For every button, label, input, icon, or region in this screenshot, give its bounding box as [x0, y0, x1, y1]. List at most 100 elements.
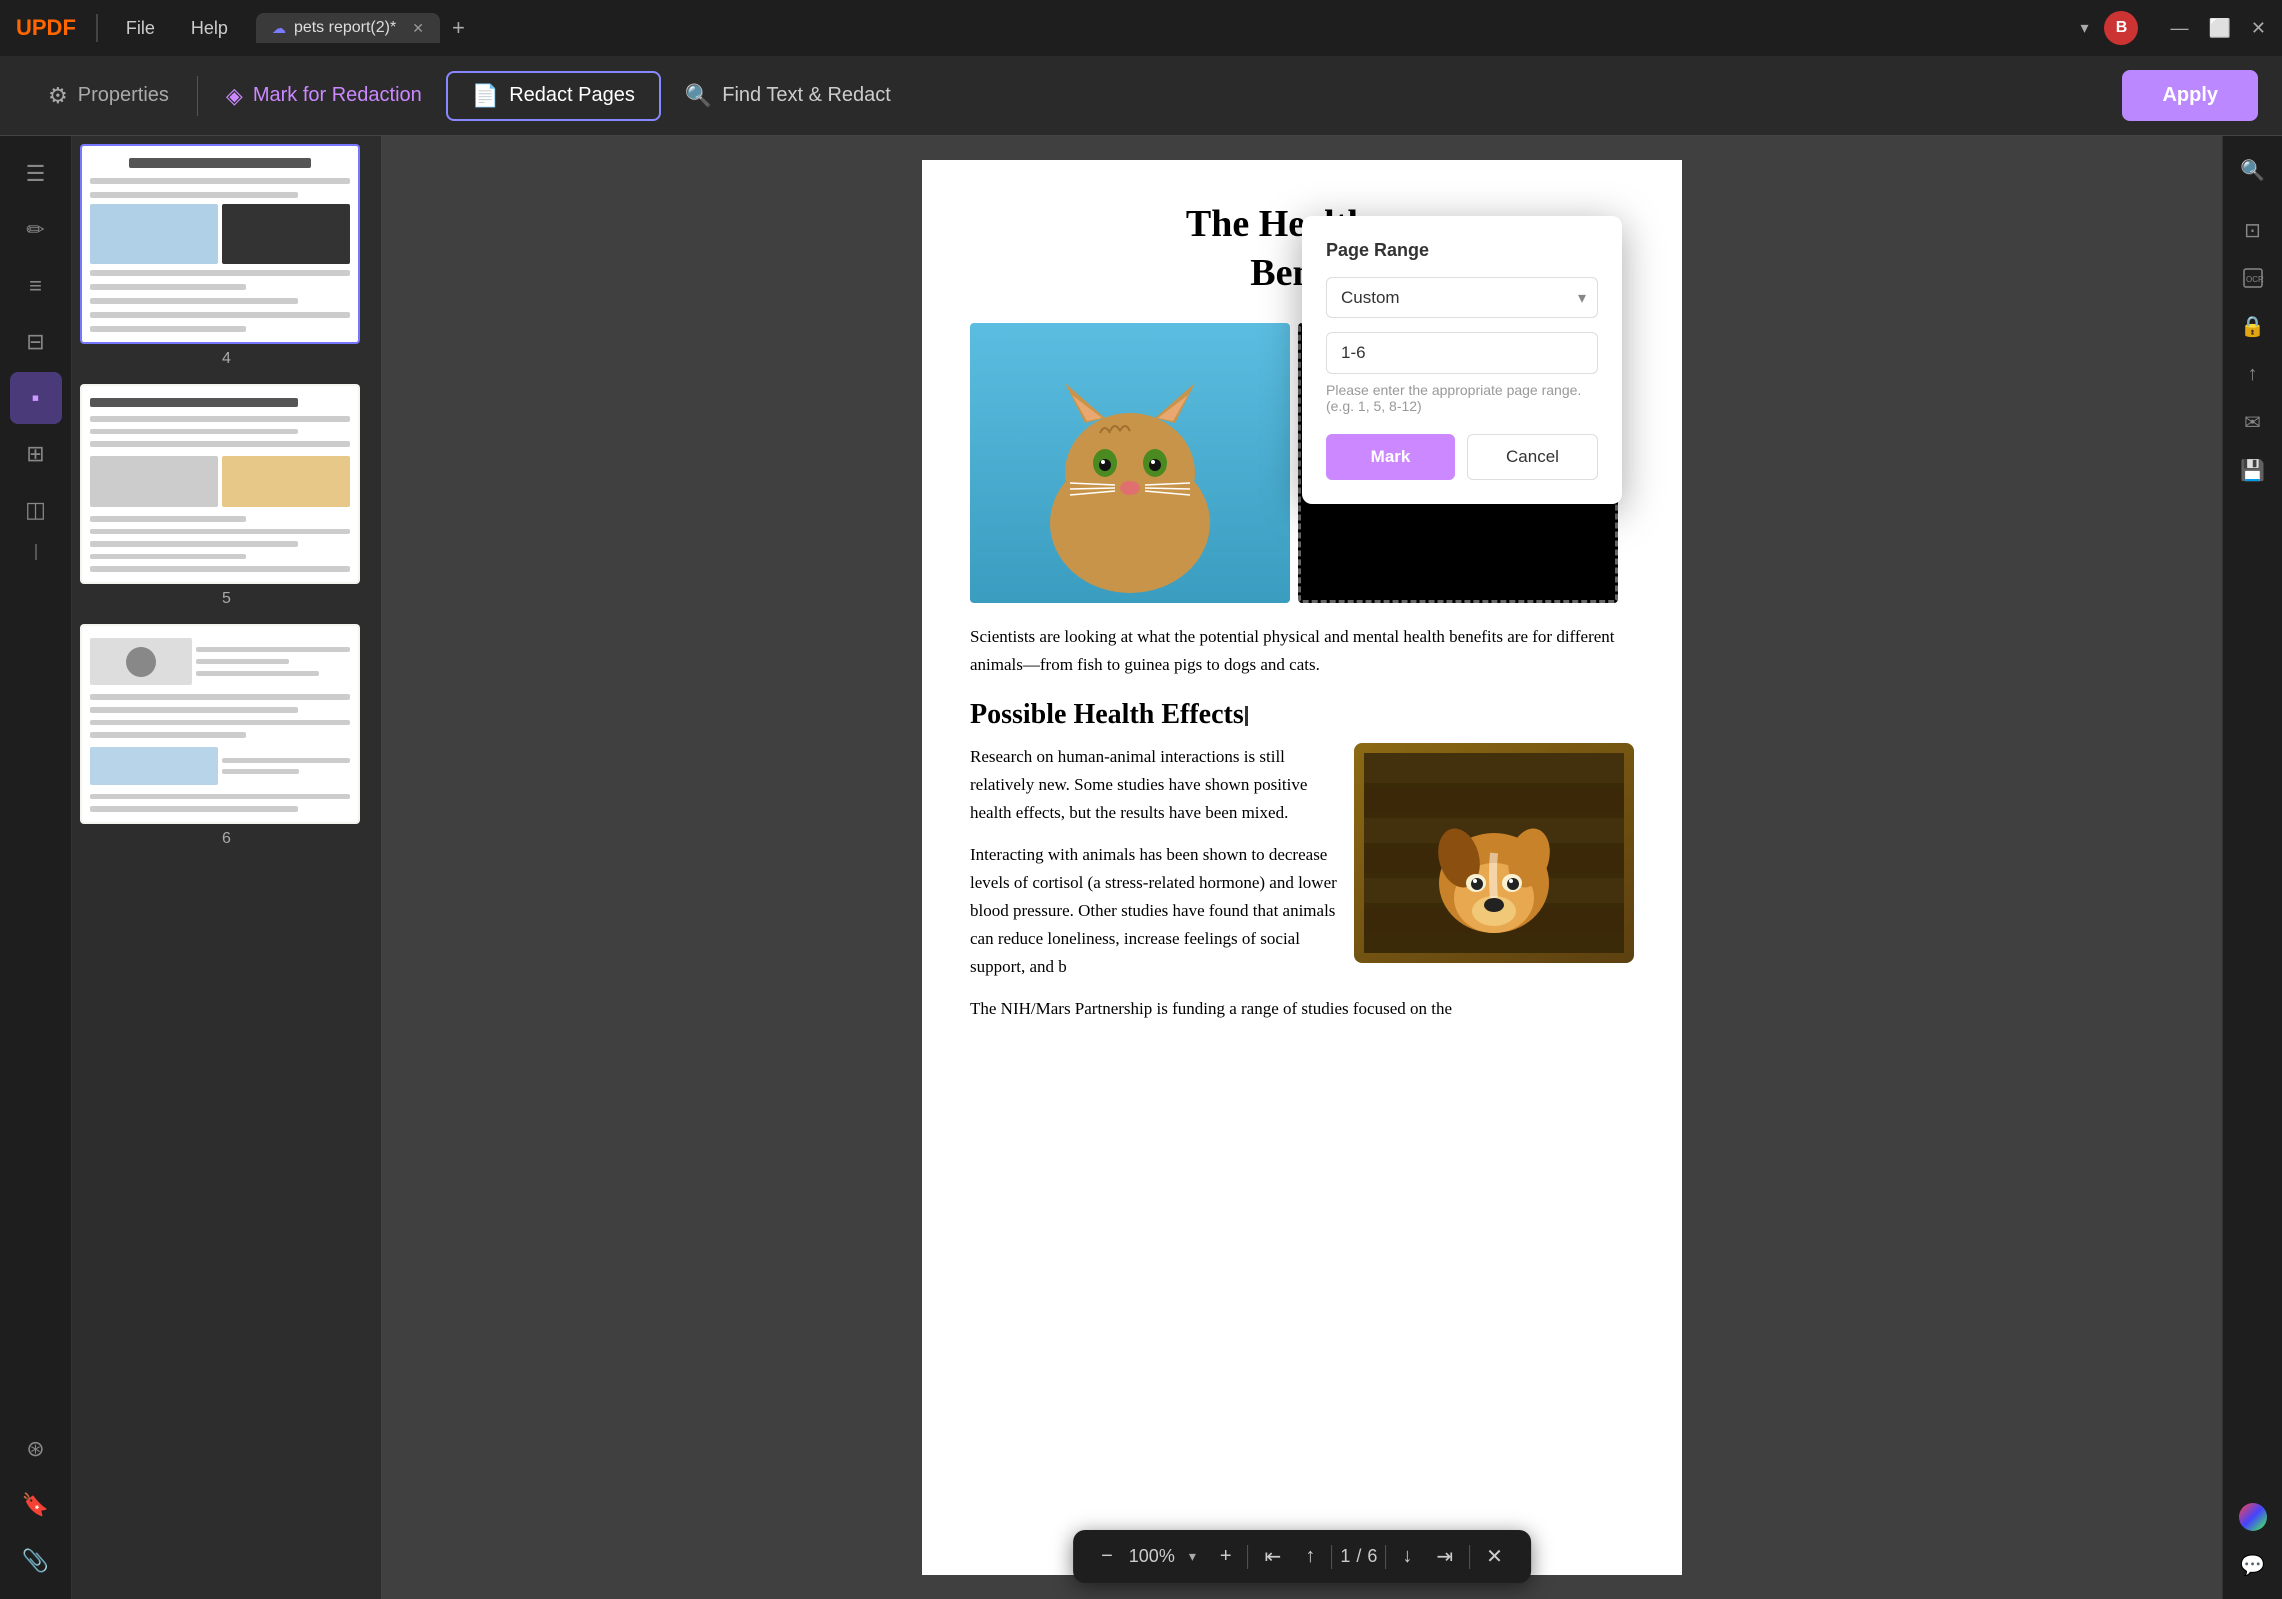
zoom-level: 100% [1129, 1546, 1175, 1567]
right-chat-icon[interactable]: 💬 [2231, 1543, 2275, 1587]
bookmark-icon: 🔖 [22, 1492, 49, 1518]
bottom-navigation-bar: − 100% ▾ + ⇤ ↑ 1 / 6 ↓ ⇥ ✕ [1073, 1530, 1531, 1583]
possible-health-effects-title: Possible Health Effects [970, 699, 1634, 731]
text-cursor [1245, 706, 1248, 726]
sidebar-item-bookmark[interactable]: 🔖 [10, 1479, 62, 1531]
sidebar-bottom: ⊛ 🔖 📎 [10, 1423, 62, 1587]
thumbnail-4[interactable]: 4 [80, 144, 373, 368]
right-share-icon[interactable]: ↑ [2231, 352, 2275, 396]
sidebar-item-reader[interactable]: ☰ [10, 148, 62, 200]
popup-actions: Mark Cancel [1326, 434, 1598, 480]
properties-button[interactable]: ⚙ Properties [24, 73, 193, 119]
attachment-icon: 📎 [22, 1548, 49, 1574]
annotation-icon: ✏ [26, 217, 44, 243]
sidebar-item-layers[interactable]: ◫ [10, 484, 62, 536]
zoom-dropdown-button[interactable]: ▾ [1181, 1544, 1204, 1569]
find-icon: 🔍 [685, 83, 712, 109]
stacks-icon: ⊛ [26, 1436, 44, 1462]
page-range-popup: Page Range Custom ▾ Please enter the app… [1302, 216, 1622, 504]
page-range-input[interactable] [1326, 332, 1598, 374]
main-layout: ☰ ✏ ≡ ⊟ ▪ ⊞ ◫ ⊛ 🔖 📎 [0, 136, 2282, 1599]
sidebar-item-attachment[interactable]: 📎 [10, 1535, 62, 1587]
redact-pages-icon: 📄 [472, 83, 499, 109]
toolbar: ⚙ Properties ◈ Mark for Redaction 📄 Reda… [0, 56, 2282, 136]
layers-icon: ◫ [25, 497, 46, 523]
minimize-button[interactable]: — [2170, 18, 2188, 39]
mark-redaction-label: Mark for Redaction [253, 84, 422, 107]
form-icon: ⊟ [26, 329, 44, 355]
app-logo: UPDF [16, 15, 76, 41]
find-text-redact-button[interactable]: 🔍 Find Text & Redact [661, 73, 915, 119]
page-range-select[interactable]: Custom [1326, 277, 1598, 318]
close-bottom-bar-button[interactable]: ✕ [1478, 1540, 1511, 1573]
svg-text:OCR: OCR [2246, 275, 2264, 284]
file-menu[interactable]: File [118, 14, 163, 43]
tab-bar: ☁ pets report(2)* ✕ + [256, 11, 2069, 45]
sidebar-item-stacks[interactable]: ⊛ [10, 1423, 62, 1475]
dog-photo [1354, 743, 1634, 963]
mark-redaction-icon: ◈ [226, 83, 243, 109]
user-avatar[interactable]: B [2104, 11, 2138, 45]
mark-redaction-button[interactable]: ◈ Mark for Redaction [202, 73, 446, 119]
nav-separator-4 [1469, 1545, 1470, 1569]
sidebar-item-form[interactable]: ⊟ [10, 316, 62, 368]
first-page-button[interactable]: ⇤ [1257, 1540, 1290, 1573]
popup-cancel-button[interactable]: Cancel [1467, 434, 1598, 480]
thumbnail-5[interactable]: 5 [80, 384, 373, 608]
ocr-svg-icon: OCR [2241, 266, 2265, 290]
thumb-label-6: 6 [80, 830, 373, 848]
content-area: The Health an Benefi [382, 136, 2222, 1599]
body3-text: The NIH/Mars Partnership is funding a ra… [970, 995, 1634, 1023]
right-color-icon[interactable] [2231, 1495, 2275, 1539]
sidebar-item-redact[interactable]: ▪ [10, 372, 62, 424]
apply-button[interactable]: Apply [2122, 70, 2258, 121]
tab-close-button[interactable]: ✕ [412, 20, 424, 37]
page-navigation: 1 / 6 [1340, 1546, 1377, 1567]
organize-icon: ⊞ [26, 441, 44, 467]
thumb-label-4: 4 [80, 350, 373, 368]
window-controls: — ⬜ ✕ [2170, 18, 2266, 39]
sidebar-collapse-handle[interactable] [35, 544, 37, 560]
zoom-in-button[interactable]: + [1212, 1541, 1240, 1572]
cloud-icon: ☁ [272, 20, 286, 37]
next-page-button[interactable]: ↓ [1394, 1541, 1420, 1572]
close-window-button[interactable]: ✕ [2251, 18, 2266, 39]
right-lock-icon[interactable]: 🔒 [2231, 304, 2275, 348]
add-tab-button[interactable]: + [444, 11, 473, 45]
maximize-button[interactable]: ⬜ [2208, 18, 2230, 39]
zoom-out-button[interactable]: − [1093, 1541, 1121, 1572]
dog-svg [1364, 753, 1624, 953]
popup-mark-button[interactable]: Mark [1326, 434, 1455, 480]
properties-label: Properties [78, 84, 169, 107]
thumbnail-6[interactable]: 6 [80, 624, 373, 848]
redact-pages-label: Redact Pages [509, 84, 635, 107]
right-database-icon[interactable]: 💾 [2231, 448, 2275, 492]
help-menu[interactable]: Help [183, 14, 236, 43]
sidebar-item-organize[interactable]: ⊞ [10, 428, 62, 480]
active-tab[interactable]: ☁ pets report(2)* ✕ [256, 13, 440, 43]
right-stamp-icon[interactable]: ✉ [2231, 400, 2275, 444]
cat-photo [970, 323, 1290, 603]
right-sidebar: 🔍 ⊡ OCR 🔒 ↑ ✉ 💾 💬 [2222, 136, 2282, 1599]
last-page-button[interactable]: ⇥ [1428, 1540, 1461, 1573]
right-fit-page-icon[interactable]: ⊡ [2231, 208, 2275, 252]
nav-separator-3 [1385, 1545, 1386, 1569]
redact-pages-button[interactable]: 📄 Redact Pages [446, 71, 661, 121]
zoom-display: 100% ▾ [1129, 1544, 1204, 1569]
properties-icon: ⚙ [48, 83, 68, 109]
thumb-img-4 [80, 144, 360, 344]
tab-title: pets report(2)* [294, 19, 396, 37]
nav-separator-2 [1331, 1545, 1332, 1569]
thumb-label-5: 5 [80, 590, 373, 608]
sidebar-item-annotation[interactable]: ✏ [10, 204, 62, 256]
section1-text: Scientists are looking at what the poten… [970, 623, 1634, 679]
total-pages: 6 [1367, 1546, 1377, 1567]
right-search-icon[interactable]: 🔍 [2231, 148, 2275, 192]
cat-svg [990, 353, 1270, 603]
right-ocr-icon[interactable]: OCR [2231, 256, 2275, 300]
redact-sidebar-icon: ▪ [32, 385, 40, 411]
logo-text: UPDF [16, 15, 76, 41]
sidebar-item-list[interactable]: ≡ [10, 260, 62, 312]
prev-page-button[interactable]: ↑ [1297, 1541, 1323, 1572]
dropdown-button[interactable]: ▾ [2080, 18, 2088, 38]
